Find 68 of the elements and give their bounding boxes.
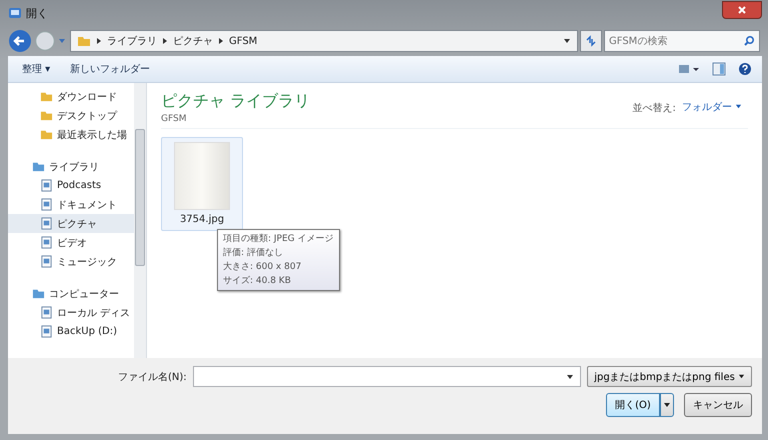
preview-pane-icon[interactable] (712, 62, 726, 76)
window-title: 開く (26, 6, 48, 20)
back-button[interactable] (8, 29, 32, 53)
close-icon (737, 5, 747, 15)
sidebar-item[interactable]: ローカル ディス (8, 303, 134, 322)
tooltip-line: 評価: 評価なし (223, 246, 284, 260)
document-icon (40, 325, 53, 338)
sidebar-item[interactable]: ライブラリ (8, 157, 134, 176)
folder-icon (40, 90, 53, 103)
cancel-button[interactable]: キャンセル (684, 393, 752, 417)
tooltip-line: 大きさ: 600 x 807 (223, 260, 302, 274)
breadcrumb-item[interactable]: ピクチャ (173, 34, 213, 48)
scrollbar[interactable] (134, 83, 146, 358)
chevron-icon (162, 37, 168, 45)
organize-menu[interactable]: 整理 ▾ (18, 62, 54, 76)
new-folder-button[interactable]: 新しいフォルダー (66, 62, 154, 76)
folder-icon (77, 34, 91, 48)
breadcrumb-item[interactable]: GFSM (229, 36, 258, 46)
folder-icon (32, 160, 45, 173)
caret-icon (663, 401, 671, 409)
document-icon (40, 198, 53, 211)
library-title: ピクチャ ライブラリ (161, 91, 310, 112)
library-subtitle: GFSM (161, 114, 188, 124)
window-icon (8, 6, 22, 20)
document-icon (40, 179, 53, 192)
chevron-icon (218, 37, 224, 45)
sidebar-item[interactable]: デスクトップ (8, 106, 134, 125)
view-options-icon[interactable] (678, 63, 700, 75)
folder-icon (40, 128, 53, 141)
photo-placeholder (174, 142, 230, 210)
dropdown-caret-icon[interactable] (563, 37, 571, 45)
document-icon (40, 306, 53, 319)
sidebar-item[interactable]: ダウンロード (8, 87, 134, 106)
caret-icon (738, 372, 745, 380)
filename-field[interactable] (192, 366, 582, 387)
folder-icon (40, 109, 53, 122)
refresh-icon (585, 35, 597, 47)
help-icon[interactable] (738, 62, 752, 76)
close-button[interactable] (722, 1, 762, 19)
chevron-icon (96, 37, 102, 45)
refresh-button[interactable] (580, 30, 602, 52)
sort-dropdown[interactable]: フォルダー (676, 99, 748, 115)
document-icon (40, 217, 53, 230)
open-options-button[interactable] (660, 393, 674, 417)
sidebar-item[interactable]: ピクチャ (8, 214, 134, 233)
sidebar-item[interactable]: Podcasts (8, 176, 134, 195)
file-item[interactable]: 3754.jpg (161, 137, 243, 231)
sidebar-item[interactable]: ドキュメント (8, 195, 134, 214)
caret-icon[interactable] (566, 372, 574, 380)
tooltip-line: 項目の種類: JPEG イメージ (223, 232, 334, 246)
sort-label: 並べ替え: (632, 102, 676, 115)
sidebar-item[interactable]: BackUp (D:) (8, 322, 134, 341)
caret-icon (735, 103, 742, 110)
file-type-dropdown[interactable]: jpgまたはbmpまたはpng files (587, 366, 752, 387)
sidebar-item[interactable]: ビデオ (8, 233, 134, 252)
document-icon (40, 255, 53, 268)
tooltip-line: サイズ: 40.8 KB (223, 274, 292, 288)
address-bar[interactable]: ライブラリ ピクチャ GFSM (70, 30, 578, 52)
sidebar-item[interactable]: コンピューター (8, 284, 134, 303)
sidebar-item[interactable]: 最近表示した場 (8, 125, 134, 144)
filename-label: ファイル名(N): (118, 370, 187, 384)
sidebar-item[interactable]: ミュージック (8, 252, 134, 271)
breadcrumb-item[interactable]: ライブラリ (107, 34, 157, 48)
search-icon (743, 35, 755, 47)
document-icon (40, 236, 53, 249)
open-button[interactable]: 開く(O) (606, 393, 660, 417)
search-field[interactable]: GFSMの検索 (604, 30, 760, 52)
folder-icon (32, 287, 45, 300)
